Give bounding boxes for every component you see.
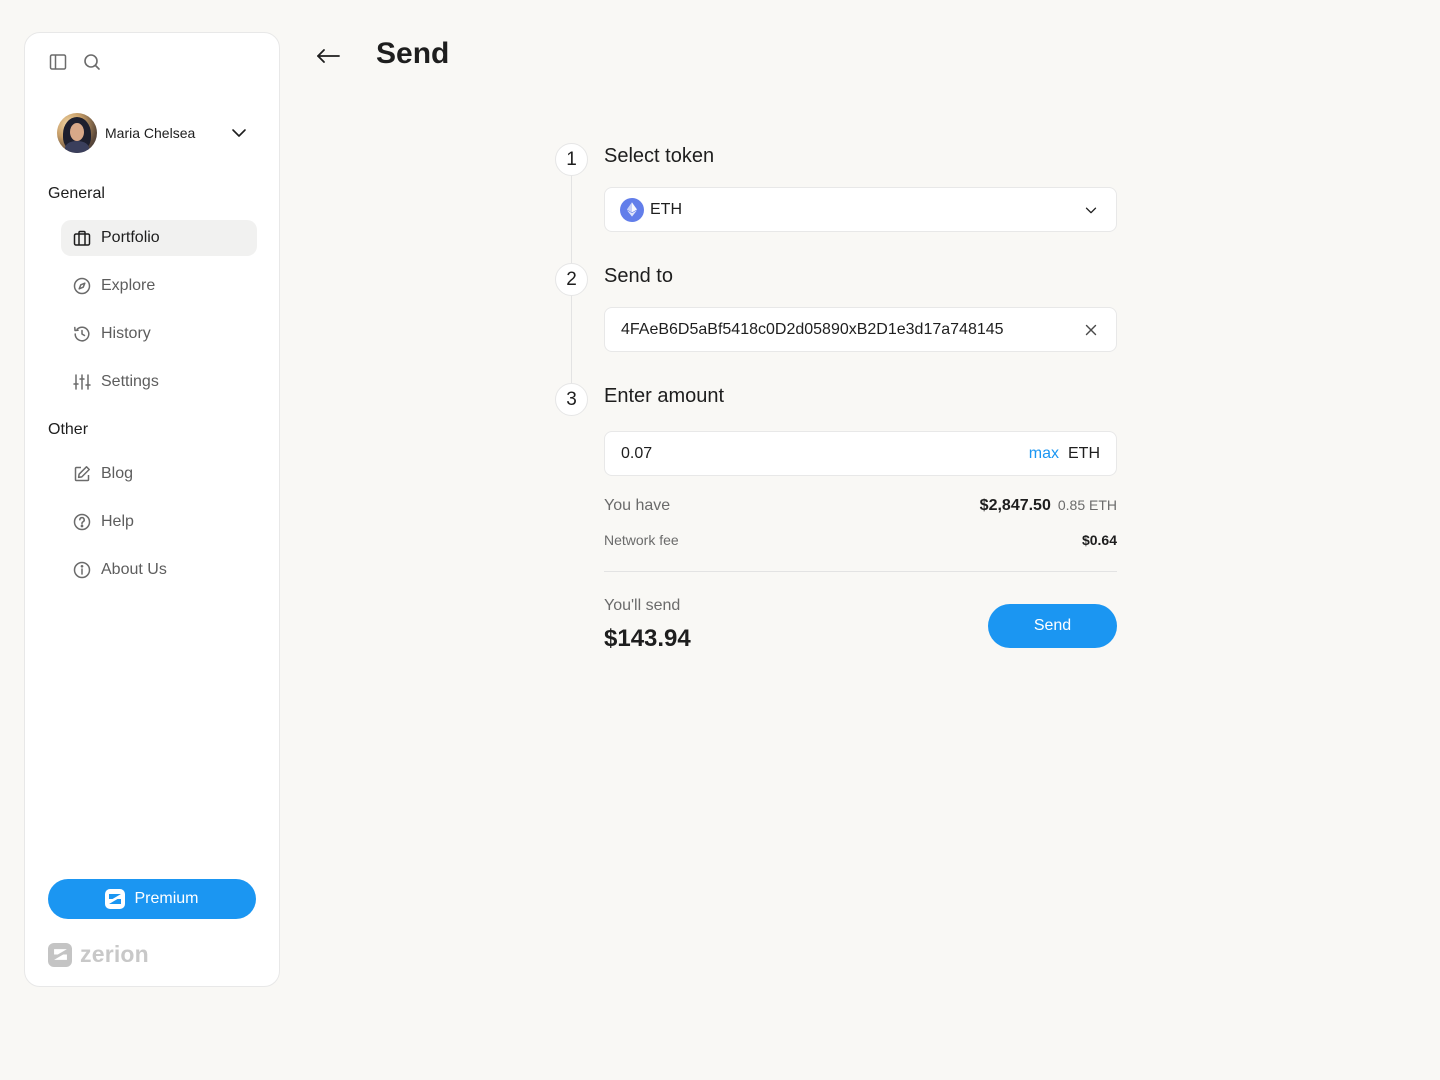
premium-label: Premium — [134, 890, 199, 907]
divider — [604, 571, 1117, 572]
user-switcher[interactable]: Maria Chelsea — [57, 113, 249, 153]
user-name: Maria Chelsea — [105, 125, 196, 141]
edit-icon — [74, 466, 90, 482]
section-title-other: Other — [48, 421, 89, 438]
history-icon — [74, 326, 90, 342]
sidebar-item-label: History — [101, 325, 151, 342]
amount-field[interactable]: 0.07 max ETH — [604, 431, 1117, 476]
step-title-send-to: Send to — [604, 265, 673, 287]
step-number-2: 2 — [555, 263, 588, 296]
sidebar-item-label: Help — [101, 513, 134, 530]
fee-row: Network fee $0.64 — [604, 532, 1117, 548]
selected-token: ETH — [650, 200, 682, 218]
chevron-down-icon — [229, 123, 249, 143]
summary-label: You'll send — [604, 597, 681, 614]
sidebar-item-label: About Us — [101, 561, 167, 578]
brand-name: zerion — [80, 941, 149, 967]
summary-value: $143.94 — [604, 625, 691, 652]
max-button[interactable]: max — [1029, 445, 1059, 463]
fee-label: Network fee — [604, 532, 679, 548]
sidebar-item-history[interactable]: History — [61, 316, 257, 352]
compass-icon — [73, 277, 91, 295]
send-form: 1 Select token ETH 2 Send to 4FAeB6D5aBf… — [555, 140, 1117, 700]
search-icon[interactable] — [82, 52, 102, 72]
sidebar-top-icons — [48, 52, 102, 72]
zerion-logo-icon — [105, 889, 126, 909]
fee-value: $0.64 — [1081, 532, 1117, 548]
sliders-icon — [73, 374, 91, 390]
sidebar-item-settings[interactable]: Settings — [61, 364, 257, 400]
nav-other: Blog Help About Us — [61, 456, 257, 600]
balance-token: 0.85 ETH — [1057, 497, 1117, 513]
sidebar-item-blog[interactable]: Blog — [61, 456, 257, 492]
step-number-3: 3 — [555, 383, 588, 416]
sidebar-item-label: Explore — [101, 277, 156, 294]
token-select[interactable]: ETH — [604, 187, 1117, 232]
amount-unit: ETH — [1068, 444, 1100, 462]
balance-row: You have $2,847.50 0.85 ETH — [604, 497, 1117, 515]
zerion-logo-icon — [48, 942, 72, 967]
sidebar-item-label: Settings — [101, 373, 159, 390]
recipient-address[interactable]: 4FAeB6D5aBf5418c0D2d05890xB2D1e3d17a7481… — [621, 321, 1082, 339]
help-circle-icon — [73, 513, 91, 531]
step-title-enter-amount: Enter amount — [604, 385, 725, 407]
clear-icon[interactable] — [1082, 321, 1100, 339]
sidebar-item-about[interactable]: About Us — [61, 552, 257, 588]
avatar — [57, 113, 97, 153]
sidebar: Maria Chelsea General Portfolio Explore … — [24, 32, 280, 987]
balance-usd: $2,847.50 — [979, 497, 1051, 514]
chevron-down-icon — [1082, 201, 1100, 219]
info-icon — [73, 561, 91, 579]
amount-input[interactable]: 0.07 — [621, 445, 1029, 463]
section-title-general: General — [48, 185, 105, 202]
sidebar-item-label: Blog — [101, 465, 134, 482]
brand-logo: zerion — [48, 941, 149, 968]
page-title: Send — [376, 37, 450, 70]
balance-label: You have — [604, 497, 671, 514]
sidebar-item-portfolio[interactable]: Portfolio — [61, 220, 257, 256]
step-title-select-token: Select token — [604, 145, 715, 167]
briefcase-icon — [73, 230, 91, 246]
sidebar-toggle-icon[interactable] — [48, 52, 68, 72]
ethereum-icon — [620, 197, 644, 222]
sidebar-item-label: Portfolio — [101, 229, 160, 246]
sidebar-item-help[interactable]: Help — [61, 504, 257, 540]
step-number-1: 1 — [555, 143, 588, 176]
premium-button[interactable]: Premium — [48, 879, 256, 919]
send-button[interactable]: Send — [988, 604, 1117, 648]
sidebar-item-explore[interactable]: Explore — [61, 268, 257, 304]
recipient-field[interactable]: 4FAeB6D5aBf5418c0D2d05890xB2D1e3d17a7481… — [604, 307, 1117, 352]
nav-general: Portfolio Explore History Settings — [61, 220, 257, 412]
back-button[interactable] — [312, 44, 344, 68]
arrow-left-icon — [317, 49, 340, 63]
